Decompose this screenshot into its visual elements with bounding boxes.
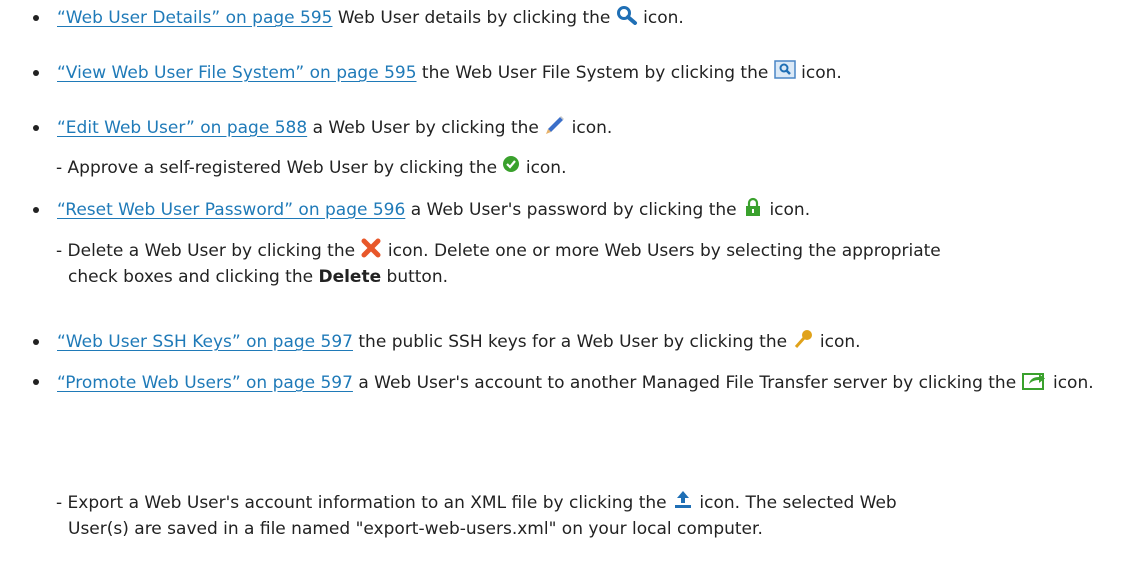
list-item-view-file-system: “View Web User File System” on page 595 … (33, 55, 1096, 91)
item-text: icon. (1047, 373, 1094, 393)
list-item-ssh-keys: “Web User SSH Keys” on page 597 the publ… (33, 324, 1096, 360)
item-text: icon. (764, 200, 811, 220)
item-text: the public SSH keys for a Web User by cl… (352, 332, 793, 352)
sub-item-delete: - Delete a Web User by clicking the icon… (56, 238, 1096, 290)
export-upload-icon (672, 490, 694, 510)
item-text: a Web User by clicking the (307, 118, 545, 138)
sub-text: User(s) are saved in a file named "expor… (68, 519, 763, 539)
list-item-edit-web-user: “Edit Web User” on page 588 a Web User b… (33, 110, 1096, 146)
item-text: Web User details by clicking the (332, 8, 616, 28)
approve-check-icon (502, 155, 520, 175)
link-ssh-keys[interactable]: “Web User SSH Keys” on page 597 (57, 332, 353, 352)
bullet (33, 15, 39, 21)
delete-x-icon (360, 238, 382, 258)
sub-text: - Approve a self-registered Web User by … (56, 158, 503, 178)
item-text: icon. (814, 332, 861, 352)
sub-text: check boxes and clicking the (68, 267, 319, 287)
bullet (33, 125, 39, 131)
promote-icon (1021, 370, 1048, 390)
sub-text: button. (381, 267, 449, 287)
item-text: the Web User File System by clicking the (416, 63, 774, 83)
document-page: “Web User Details” on page 595 Web User … (0, 0, 1126, 585)
link-view-file-system[interactable]: “View Web User File System” on page 595 (57, 63, 417, 83)
link-web-user-details[interactable]: “Web User Details” on page 595 (57, 8, 332, 28)
magnifier-icon (616, 5, 638, 25)
list-item-web-user-details: “Web User Details” on page 595 Web User … (33, 0, 1096, 36)
sub-item-approve: - Approve a self-registered Web User by … (56, 155, 1096, 181)
bullet (33, 339, 39, 345)
sub-item-export: - Export a Web User's account informatio… (56, 490, 1096, 542)
bullet (33, 379, 39, 385)
link-reset-password[interactable]: “Reset Web User Password” on page 596 (57, 200, 405, 220)
link-promote-web-users[interactable]: “Promote Web Users” on page 597 (57, 373, 353, 393)
item-text: a Web User's password by clicking the (405, 200, 743, 220)
sub-text: icon. (520, 158, 567, 178)
sub-text: icon. The selected Web (694, 493, 897, 513)
bullet (33, 70, 39, 76)
lock-icon (742, 197, 764, 217)
bullet (33, 207, 39, 213)
sub-text: - Delete a Web User by clicking the (56, 241, 361, 261)
sub-text: - Export a Web User's account informatio… (56, 493, 672, 513)
key-icon (793, 329, 815, 349)
item-text: icon. (637, 8, 684, 28)
list-item-promote-web-users: “Promote Web Users” on page 597 a Web Us… (33, 364, 1096, 402)
link-edit-web-user[interactable]: “Edit Web User” on page 588 (57, 118, 307, 138)
list-item-reset-password: “Reset Web User Password” on page 596 a … (33, 192, 1096, 228)
item-text: icon. (795, 63, 842, 83)
delete-button-label: Delete (318, 267, 382, 287)
sub-text: icon. Delete one or more Web Users by se… (382, 241, 941, 261)
view-file-system-icon (773, 60, 796, 80)
item-text: icon. (566, 118, 613, 138)
pencil-icon (544, 115, 566, 135)
item-text: a Web User's account to another Managed … (352, 373, 1022, 393)
